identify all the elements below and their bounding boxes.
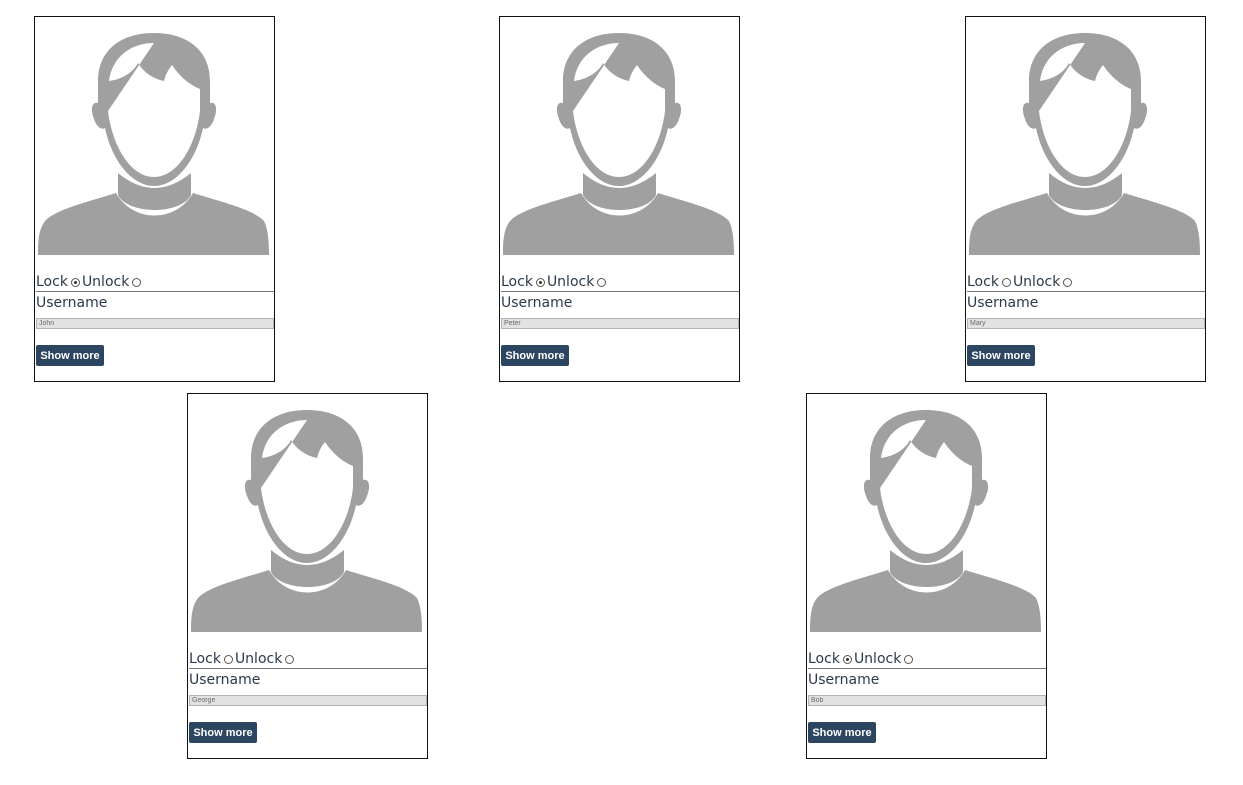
user-avatar-icon xyxy=(969,33,1202,255)
lock-toggle-group: Lock Unlock xyxy=(36,273,274,292)
show-more-button[interactable]: Show more xyxy=(36,345,104,366)
unlock-label: Unlock xyxy=(1012,274,1061,290)
username-label: Username xyxy=(189,672,261,688)
show-more-button[interactable]: Show more xyxy=(967,345,1035,366)
user-card: Lock Unlock Username Show more xyxy=(499,16,740,382)
user-avatar-icon xyxy=(810,410,1043,632)
username-input[interactable] xyxy=(36,318,274,329)
username-input[interactable] xyxy=(967,318,1205,329)
unlock-radio[interactable] xyxy=(904,654,914,664)
show-more-button[interactable]: Show more xyxy=(808,722,876,743)
user-card: Lock Unlock Username Show more xyxy=(806,393,1047,759)
user-card: Lock Unlock Username Show more xyxy=(34,16,275,382)
username-label: Username xyxy=(967,295,1039,311)
show-more-button[interactable]: Show more xyxy=(501,345,569,366)
unlock-radio[interactable] xyxy=(132,277,142,287)
unlock-label: Unlock xyxy=(234,651,283,667)
lock-toggle-group: Lock Unlock xyxy=(967,273,1205,292)
lock-radio[interactable] xyxy=(223,654,233,664)
unlock-radio[interactable] xyxy=(285,654,295,664)
lock-radio[interactable] xyxy=(1001,277,1011,287)
lock-label: Lock xyxy=(189,651,221,667)
lock-radio[interactable] xyxy=(70,277,80,287)
unlock-radio[interactable] xyxy=(1063,277,1073,287)
username-label: Username xyxy=(501,295,573,311)
unlock-label: Unlock xyxy=(853,651,902,667)
unlock-label: Unlock xyxy=(81,274,130,290)
username-label: Username xyxy=(36,295,108,311)
lock-label: Lock xyxy=(36,274,68,290)
username-input[interactable] xyxy=(189,695,427,706)
unlock-radio[interactable] xyxy=(597,277,607,287)
unlock-label: Unlock xyxy=(546,274,595,290)
lock-toggle-group: Lock Unlock xyxy=(808,650,1046,669)
lock-label: Lock xyxy=(808,651,840,667)
lock-label: Lock xyxy=(967,274,999,290)
username-input[interactable] xyxy=(808,695,1046,706)
lock-label: Lock xyxy=(501,274,533,290)
lock-toggle-group: Lock Unlock xyxy=(501,273,739,292)
user-card: Lock Unlock Username Show more xyxy=(187,393,428,759)
user-avatar-icon xyxy=(38,33,271,255)
username-input[interactable] xyxy=(501,318,739,329)
user-avatar-icon xyxy=(503,33,736,255)
show-more-button[interactable]: Show more xyxy=(189,722,257,743)
username-label: Username xyxy=(808,672,880,688)
lock-radio[interactable] xyxy=(535,277,545,287)
lock-radio[interactable] xyxy=(842,654,852,664)
user-avatar-icon xyxy=(191,410,424,632)
user-card: Lock Unlock Username Show more xyxy=(965,16,1206,382)
lock-toggle-group: Lock Unlock xyxy=(189,650,427,669)
